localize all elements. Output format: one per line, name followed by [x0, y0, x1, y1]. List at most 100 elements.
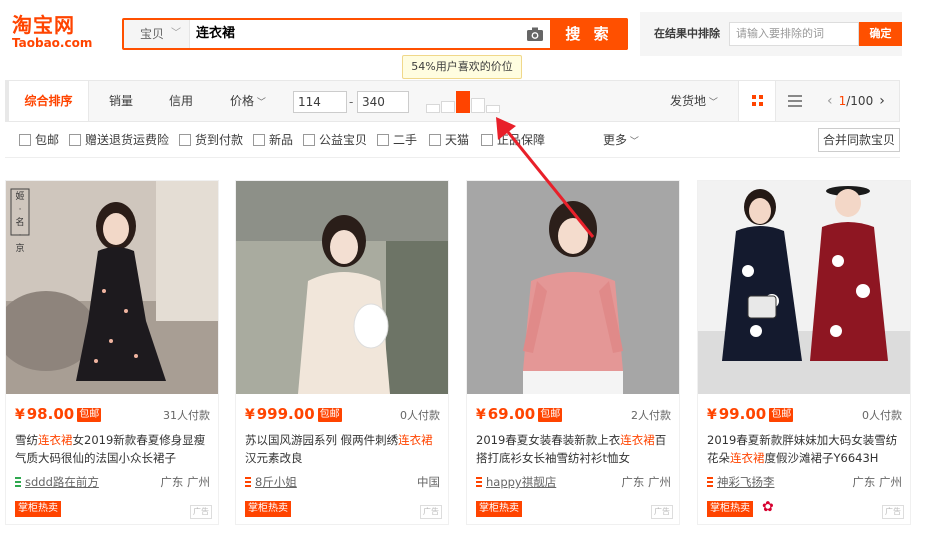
filter-label: 正品保障	[497, 133, 546, 147]
filter-cash-on-delivery[interactable]: 货到付款	[179, 132, 243, 148]
search-category-label: 宝贝	[140, 27, 165, 41]
pager: ‹ 1/100 ›	[821, 81, 891, 121]
ship-location-label: 发货地	[670, 94, 707, 108]
page-total: /100	[846, 94, 874, 108]
filter-return-insurance[interactable]: 赠送退货运费险	[69, 132, 169, 148]
hot-sale-badge: 掌柜热卖	[476, 501, 522, 517]
product-card[interactable]: ¥69.00 包邮 2人付款 2019春夏女装春装新款上衣连衣裙百搭打底衫女长袖雪…	[466, 180, 680, 525]
product-image[interactable]: 姬 · 名 · 京	[6, 181, 218, 394]
exclude-panel: 在结果中排除 请输入要排除的词 确定	[640, 12, 902, 56]
filter-label: 公益宝贝	[319, 133, 368, 147]
price-histogram[interactable]	[426, 91, 500, 113]
search-category-select[interactable]: 宝贝 ﹀	[124, 20, 190, 48]
filter-label: 二手	[393, 133, 418, 147]
filter-new[interactable]: 新品	[253, 132, 293, 148]
histogram-bar[interactable]	[486, 105, 500, 113]
ad-badge: 广告	[420, 505, 442, 519]
filter-more[interactable]: 更多 ﹀	[603, 130, 639, 152]
hot-sale-badge: 掌柜热卖	[15, 501, 61, 517]
deal-count: 31人付款	[163, 409, 210, 422]
price-value: 69.00	[487, 405, 536, 423]
search-button[interactable]: 搜 索	[550, 18, 628, 50]
product-title[interactable]: 2019春夏新款胖妹妹加大码女装雪纺花朵连衣裙度假沙滩裙子Y6643H	[707, 431, 903, 467]
ship-location: 广东 广州	[852, 475, 902, 489]
shop-link[interactable]: 神彩飞扬李	[707, 474, 775, 490]
histogram-bar[interactable]	[426, 104, 440, 113]
shop-link[interactable]: 8斤小姐	[245, 474, 297, 490]
price-value: 99.00	[718, 405, 767, 423]
free-shipping-badge: 包邮	[77, 408, 102, 422]
product-image[interactable]	[236, 181, 448, 394]
shop-icon	[245, 477, 251, 487]
filter-label: 赠送退货运费险	[85, 133, 170, 147]
filter-tmall[interactable]: 天猫	[429, 132, 469, 148]
histogram-bar[interactable]	[471, 98, 485, 113]
search-box: 宝贝 ﹀ 连衣裙 搜 索	[122, 18, 628, 50]
product-image[interactable]	[467, 181, 679, 394]
exclude-input[interactable]: 请输入要排除的词	[729, 22, 859, 46]
product-title[interactable]: 2019春夏女装春装新款上衣连衣裙百搭打底衫女长袖雪纺衬衫t恤女	[476, 431, 672, 467]
grid-view-button[interactable]	[738, 81, 776, 121]
logo-cn: 淘宝网	[12, 13, 75, 37]
product-price: ¥98.00 包邮	[15, 405, 102, 423]
chevron-down-icon: ﹀	[706, 98, 718, 108]
filter-genuine[interactable]: 正品保障	[481, 132, 545, 148]
search-input[interactable]: 连衣裙	[196, 20, 235, 48]
histogram-bar[interactable]	[456, 91, 470, 113]
title-pre: 苏以国风游园系列 假两件刺绣	[245, 433, 399, 447]
sort-price[interactable]: 价格 ﹀	[218, 81, 278, 121]
checkbox-icon	[481, 134, 493, 146]
filter-secondhand[interactable]: 二手	[377, 132, 417, 148]
shop-link[interactable]: sddd路在前方	[15, 474, 99, 490]
product-title[interactable]: 苏以国风游园系列 假两件刺绣连衣裙汉元素改良	[245, 431, 441, 467]
taobao-logo[interactable]: 淘宝网 Taobao.com	[12, 14, 102, 54]
product-title[interactable]: 雪纺连衣裙女2019新款春夏修身显瘦气质大码很仙的法国小众长裙子	[15, 431, 211, 467]
price-max-input[interactable]: 340	[357, 91, 409, 113]
checkbox-icon	[429, 134, 441, 146]
title-pre: 雪纺	[15, 433, 38, 447]
sort-credit[interactable]: 信用	[154, 81, 208, 121]
shop-icon	[707, 477, 713, 487]
product-card[interactable]: ¥999.00 包邮 0人付款 苏以国风游园系列 假两件刺绣连衣裙汉元素改良 8斤…	[235, 180, 449, 525]
next-page-icon[interactable]: ›	[873, 93, 891, 109]
camera-icon[interactable]	[526, 26, 544, 42]
title-highlight: 连衣裙	[38, 433, 73, 447]
chevron-down-icon: ﹀	[627, 137, 639, 147]
ad-badge: 广告	[190, 505, 212, 519]
histogram-bar[interactable]	[441, 101, 455, 113]
sort-default[interactable]: 综合排序	[9, 81, 89, 121]
checkbox-icon	[253, 134, 265, 146]
header: 淘宝网 Taobao.com 宝贝 ﹀ 连衣裙 搜 索 在结果中排除 请输入要排…	[0, 0, 933, 62]
price-min-input[interactable]: 114	[293, 91, 347, 113]
ship-location: 广东 广州	[621, 475, 671, 489]
title-highlight: 连衣裙	[398, 433, 433, 447]
free-shipping-badge: 包邮	[769, 408, 794, 422]
ad-badge: 广告	[651, 505, 673, 519]
shop-name: happy祺靓店	[486, 475, 557, 489]
exclude-confirm-button[interactable]: 确定	[859, 22, 902, 46]
shop-link[interactable]: happy祺靓店	[476, 474, 556, 490]
prev-page-icon[interactable]: ‹	[821, 93, 839, 109]
deal-count: 0人付款	[862, 409, 902, 422]
free-shipping-badge: 包邮	[538, 408, 563, 422]
checkbox-icon	[69, 134, 81, 146]
sort-sales[interactable]: 销量	[94, 81, 148, 121]
ship-location-select[interactable]: 发货地 ﹀	[670, 81, 718, 123]
yen-sign: ¥	[245, 407, 255, 423]
ship-location: 中国	[417, 475, 440, 489]
shop-icon	[476, 477, 482, 487]
product-card[interactable]: 姬 · 名 · 京 ¥98.00 包邮 31人付款 雪纺连衣裙女2019新款春夏修…	[5, 180, 219, 525]
image-watermark: 姬 · 名 · 京	[15, 192, 25, 254]
free-shipping-badge: 包邮	[317, 408, 342, 422]
list-view-button[interactable]	[782, 81, 808, 121]
chevron-down-icon: ﹀	[171, 28, 181, 39]
filter-charity[interactable]: 公益宝贝	[303, 132, 367, 148]
filter-free-shipping[interactable]: 包邮	[19, 132, 59, 148]
product-image[interactable]	[698, 181, 910, 394]
product-price: ¥69.00 包邮	[476, 405, 563, 423]
product-card[interactable]: ¥99.00 包邮 0人付款 2019春夏新款胖妹妹加大码女装雪纺花朵连衣裙度假沙…	[697, 180, 911, 525]
merge-same-items-button[interactable]: 合并同款宝贝	[818, 128, 900, 152]
shop-name: 8斤小姐	[255, 475, 297, 489]
hot-sale-badge: 掌柜热卖	[707, 501, 753, 517]
sort-bar: 综合排序 销量 信用 价格 ﹀ 114 - 340 发货地 ﹀ ‹ 1/100 ›	[5, 80, 900, 122]
